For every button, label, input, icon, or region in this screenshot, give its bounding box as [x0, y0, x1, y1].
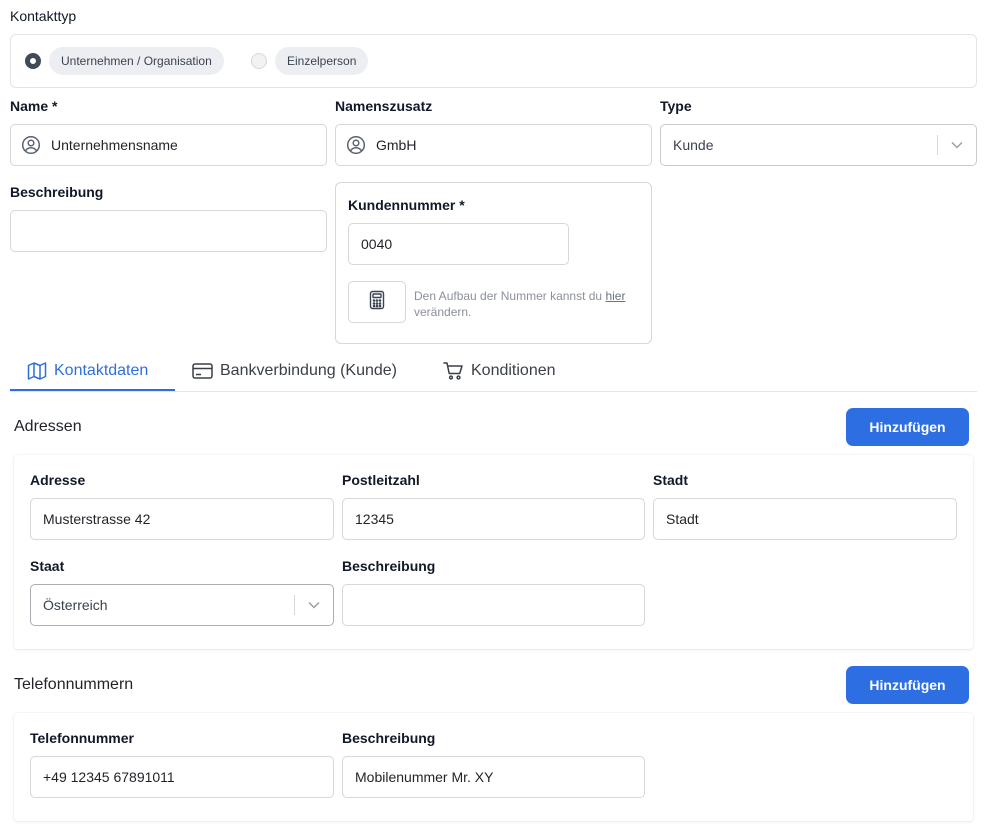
phone-description-value: Mobilenummer Mr. XY — [355, 769, 494, 785]
zip-value: 12345 — [355, 511, 394, 527]
phone-number-field[interactable]: +49 12345 67891011 — [30, 756, 334, 798]
name-label: Name * — [10, 98, 58, 114]
radio-individual-label[interactable]: Einzelperson — [275, 47, 369, 75]
customer-number-field[interactable]: 0040 — [348, 223, 569, 265]
suffix-field[interactable]: GmbH — [335, 124, 652, 166]
hint-text-suffix: verändern. — [414, 305, 472, 319]
city-label: Stadt — [653, 472, 688, 488]
user-circle-icon — [20, 134, 42, 156]
suffix-label: Namenszusatz — [335, 98, 433, 114]
add-phone-button[interactable]: Hinzufügen — [846, 666, 969, 704]
add-address-button[interactable]: Hinzufügen — [846, 408, 969, 446]
calculator-icon — [369, 290, 385, 315]
suffix-value: GmbH — [376, 137, 417, 153]
country-select[interactable]: Österreich — [30, 584, 334, 626]
address-description-field[interactable] — [342, 584, 645, 626]
tabs-divider — [10, 391, 977, 392]
type-select[interactable]: Kunde — [660, 124, 977, 166]
description-field[interactable] — [10, 210, 327, 252]
phone-description-label: Beschreibung — [342, 730, 436, 746]
tab-kontaktdaten[interactable]: Kontaktdaten — [27, 351, 148, 391]
radio-checked-indicator[interactable] — [25, 53, 41, 69]
zip-field[interactable]: 12345 — [342, 498, 645, 540]
credit-card-icon — [192, 363, 213, 379]
tab-bankverbindung-label: Bankverbindung (Kunde) — [220, 362, 398, 379]
country-value: Österreich — [43, 597, 108, 613]
phones-title: Telefonnummern — [14, 676, 134, 693]
address-value: Musterstrasse 42 — [43, 511, 151, 527]
chevron-down-icon[interactable] — [295, 601, 333, 609]
tab-bankverbindung[interactable]: Bankverbindung (Kunde) — [192, 351, 397, 391]
radio-individual[interactable]: Einzelperson — [251, 47, 369, 75]
zip-label: Postleitzahl — [342, 472, 420, 488]
cart-icon — [443, 362, 463, 380]
tab-kontaktdaten-label: Kontaktdaten — [54, 362, 149, 379]
chevron-down-icon[interactable] — [938, 141, 976, 149]
tab-konditionen[interactable]: Konditionen — [443, 351, 556, 391]
type-label: Type — [660, 98, 692, 114]
address-label: Adresse — [30, 472, 86, 488]
radio-organisation[interactable]: Unternehmen / Organisation — [25, 47, 224, 75]
radio-organisation-label[interactable]: Unternehmen / Organisation — [49, 47, 224, 75]
type-value: Kunde — [673, 137, 714, 153]
address-field[interactable]: Musterstrasse 42 — [30, 498, 334, 540]
customer-number-label: Kundennummer * — [348, 197, 465, 213]
hint-link[interactable]: hier — [605, 289, 625, 303]
user-circle-icon — [345, 134, 367, 156]
country-label: Staat — [30, 558, 65, 574]
hint-text-prefix: Den Aufbau der Nummer kannst du — [414, 289, 603, 303]
calculator-button[interactable] — [348, 281, 406, 323]
tab-konditionen-label: Konditionen — [471, 362, 556, 379]
active-tab-underline — [10, 389, 175, 391]
phone-description-field[interactable]: Mobilenummer Mr. XY — [342, 756, 645, 798]
contact-type-label: Kontakttyp — [10, 8, 77, 24]
radio-unchecked-indicator[interactable] — [251, 53, 267, 69]
name-field[interactable]: Unternehmensname — [10, 124, 327, 166]
addresses-title: Adressen — [14, 418, 82, 435]
phone-number-value: +49 12345 67891011 — [43, 769, 175, 785]
address-description-label: Beschreibung — [342, 558, 436, 574]
customer-number-value: 0040 — [361, 236, 393, 252]
map-icon — [27, 362, 47, 380]
city-field[interactable]: Stadt — [653, 498, 957, 540]
phone-number-label: Telefonnummer — [30, 730, 134, 746]
customer-number-hint: Den Aufbau der Nummer kannst du hier ver… — [414, 288, 646, 320]
description-label: Beschreibung — [10, 184, 104, 200]
name-value: Unternehmensname — [51, 137, 178, 153]
city-placeholder: Stadt — [666, 511, 699, 527]
